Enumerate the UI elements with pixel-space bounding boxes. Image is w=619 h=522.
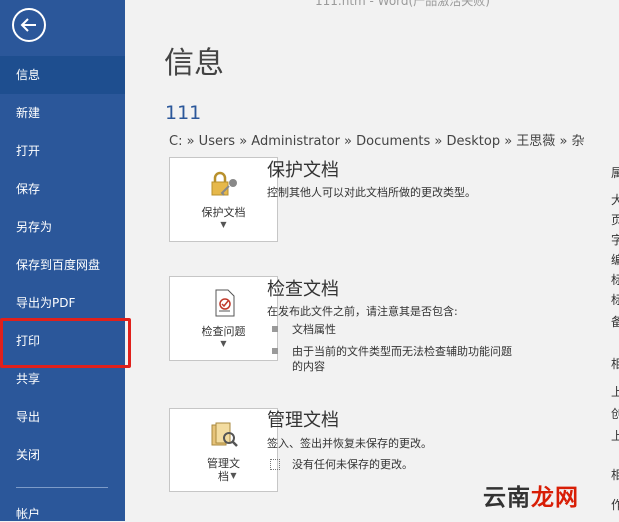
watermark-logo: 云南龙网 xyxy=(483,478,579,512)
protect-document-description: 控制其他人可以对此文档所做的更改类型。 xyxy=(267,186,476,199)
inspect-document-description: 在发布此文件之前，请注意其是否包含: xyxy=(267,305,458,318)
check-issues-button[interactable]: 检查问题 ▼ xyxy=(169,276,278,361)
info-panel: 111.htm - Word(产品激活失败) 信息 111 C: » Users… xyxy=(125,0,619,521)
nav-item-save-as[interactable]: 另存为 xyxy=(0,208,125,246)
window-title: 111.htm - Word(产品激活失败) xyxy=(315,0,490,8)
protect-document-label: 保护文档 xyxy=(201,206,246,219)
protect-document-button[interactable]: 保护文档 ▼ xyxy=(169,157,278,242)
protect-document-title: 保护文档 xyxy=(267,160,339,181)
page-title: 信息 xyxy=(164,46,224,81)
inspect-item-properties: 文档属性 xyxy=(292,323,336,336)
watermark-part2: 龙网 xyxy=(531,485,579,511)
nav-item-close[interactable]: 关闭 xyxy=(0,436,125,474)
inspect-document-icon xyxy=(215,289,235,317)
related-dates-item: 创 xyxy=(611,407,619,421)
nav-item-new[interactable]: 新建 xyxy=(0,94,125,132)
manage-document-icon xyxy=(211,422,238,447)
related-dates-item: 上 xyxy=(611,429,619,443)
document-name: 111 xyxy=(165,102,202,124)
properties-item: 标 xyxy=(611,293,619,307)
manage-document-title: 管理文档 xyxy=(267,410,339,431)
nav-item-save-to-baidu[interactable]: 保存到百度网盘 xyxy=(0,246,125,284)
properties-item: 备 xyxy=(611,315,619,329)
nav-item-export-pdf[interactable]: 导出为PDF xyxy=(0,284,125,322)
check-issues-label: 检查问题 xyxy=(201,325,246,338)
print-highlight-box xyxy=(0,318,131,368)
back-arrow-icon xyxy=(20,18,36,32)
related-dates-item: 上 xyxy=(611,385,619,399)
properties-item: 编 xyxy=(611,253,619,267)
nav-item-export[interactable]: 导出 xyxy=(0,398,125,436)
bullet-icon xyxy=(272,348,278,354)
watermark-part1: 云南 xyxy=(483,485,531,511)
manage-document-description: 签入、签出并恢复未保存的更改。 xyxy=(267,437,432,450)
chevron-down-icon: ▼ xyxy=(220,339,227,348)
nav-item-save[interactable]: 保存 xyxy=(0,170,125,208)
related-people-heading: 相 xyxy=(611,468,619,482)
related-people-item: 作 xyxy=(611,498,619,512)
document-path: C: » Users » Administrator » Documents »… xyxy=(169,134,585,149)
sidebar-divider xyxy=(16,487,108,488)
backstage-sidebar: 信息 新建 打开 保存 另存为 保存到百度网盘 导出为PDF 打印 共享 导出 … xyxy=(0,0,125,521)
lock-key-icon xyxy=(211,171,237,196)
properties-item: 标 xyxy=(611,273,619,287)
document-icon xyxy=(270,459,280,470)
nav-item-account[interactable]: 帐户 xyxy=(16,505,40,522)
chevron-down-icon: ▼ xyxy=(230,471,237,480)
properties-item: 页 xyxy=(611,213,619,227)
bullet-icon xyxy=(272,326,278,332)
manage-document-label-1: 管理文 xyxy=(207,457,240,470)
backstage-nav: 信息 新建 打开 保存 另存为 保存到百度网盘 导出为PDF 打印 共享 导出 … xyxy=(0,56,125,474)
manage-document-note: 没有任何未保存的更改。 xyxy=(292,458,413,471)
nav-item-info[interactable]: 信息 xyxy=(0,56,125,94)
properties-item: 大 xyxy=(611,193,619,207)
back-button[interactable] xyxy=(12,8,46,42)
inspect-item-accessibility: 由于当前的文件类型而无法检查辅助功能问题 xyxy=(292,345,512,358)
inspect-item-accessibility-cont: 的内容 xyxy=(292,360,325,373)
properties-heading: 属 xyxy=(611,166,619,180)
inspect-document-title: 检查文档 xyxy=(267,279,339,300)
chevron-down-icon: ▼ xyxy=(220,220,227,229)
nav-item-open[interactable]: 打开 xyxy=(0,132,125,170)
related-dates-heading: 相 xyxy=(611,357,619,371)
properties-item: 字 xyxy=(611,233,619,247)
manage-document-button[interactable]: 管理文 档 ▼ xyxy=(169,408,278,492)
